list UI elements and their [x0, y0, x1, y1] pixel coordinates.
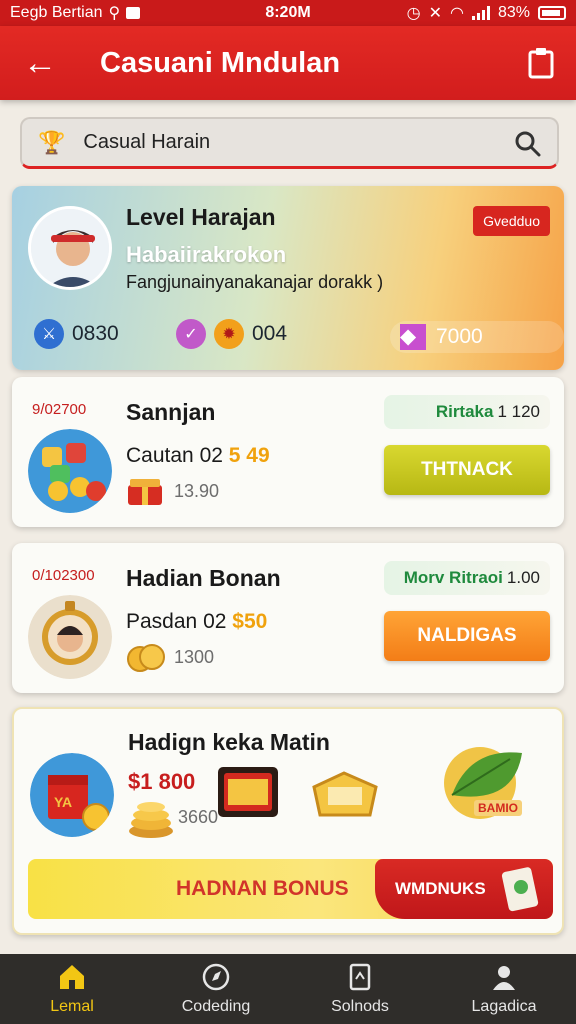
status-time: 8:20M	[265, 4, 311, 21]
stat-value: 7000	[436, 325, 483, 348]
bonus-price: $1 800	[128, 769, 196, 794]
nav-item-home[interactable]: Lemal	[0, 954, 144, 1024]
nav-label: Solnods	[331, 998, 389, 1015]
nav-label: Codeding	[181, 998, 251, 1015]
stat-value: 004	[252, 322, 288, 345]
claim-button[interactable]: NALDIGAS	[384, 611, 550, 661]
reward-card[interactable]: 9/02700 Sannjan Cautan 02 5 49 13.90 Rir…	[12, 377, 564, 527]
document-icon	[349, 963, 371, 991]
app-icon	[126, 7, 141, 19]
clipboard-button[interactable]	[506, 26, 576, 100]
stat-item: ⚔ 0830	[34, 319, 119, 349]
nav-label: Lemal	[50, 998, 94, 1015]
status-bar: Eegb Bertian ⚲ 8:20M ◷ ✕ ◠ 83%	[0, 0, 576, 26]
battery-text: 83%	[497, 4, 530, 21]
stat-item: ✓ ✹ 004	[176, 319, 287, 349]
bonus-bar-button[interactable]: WMDNUKS	[375, 859, 553, 919]
reward-card[interactable]: 0/102300 Hadian Bonan Pasdan 02 $50 1300…	[12, 543, 564, 693]
chip-label: Rirtaka	[435, 402, 494, 421]
price-number: 02	[203, 610, 227, 633]
page-title: Casuani Mndulan	[100, 46, 341, 79]
stat-item: ◆ 7000	[390, 321, 564, 353]
chip-value: 1.00	[506, 568, 540, 587]
ticket-icon	[218, 767, 278, 817]
price-number: 02	[199, 444, 223, 467]
signal-icon	[471, 6, 490, 20]
profile-name: Level Harajan	[126, 204, 276, 230]
reward-coins: 1300	[174, 647, 215, 667]
badge-icon: ✹	[214, 319, 244, 349]
profile-description: Fangjunainyanakanajar dorakk )	[126, 272, 384, 292]
nav-item-lagadica[interactable]: Lagadica	[432, 954, 576, 1024]
back-button[interactable]: ←	[0, 26, 80, 100]
level-badge[interactable]: Gvedduo	[473, 206, 550, 236]
chip-label: Morv Ritraoi	[403, 568, 503, 587]
back-arrow-icon: ←	[23, 43, 57, 82]
reward-title: Hadian Bonan	[126, 565, 281, 591]
search-icon[interactable]	[513, 129, 541, 157]
bonus-title: Hadign keka Matin	[128, 729, 330, 755]
profile-stats: ⚔ 0830 ✓ ✹ 004 ◆ 7000	[34, 319, 564, 353]
reward-code: 0/102300	[32, 567, 95, 584]
reward-price: Pasdan 02 $50	[126, 610, 267, 634]
game-tokens-icon	[28, 429, 112, 513]
bottom-nav: Lemal Codeding Solnods Lagadica	[0, 954, 576, 1024]
phone-receipt-icon	[501, 867, 539, 912]
search-field[interactable]: 🏆 Casual Harain	[20, 117, 559, 169]
nav-item-solnods[interactable]: Solnods	[288, 954, 432, 1024]
clipboard-icon	[528, 48, 554, 79]
bonus-bar-label: HADNAN BONUS	[176, 877, 349, 900]
reward-title: Sannjan	[126, 399, 216, 425]
gold-stack-icon	[129, 802, 173, 838]
price-label: Pasdan	[126, 610, 198, 633]
leaf-badge-text: BAMIO	[474, 800, 522, 816]
notification-icon: ⚲	[108, 5, 121, 22]
coins-icon	[127, 644, 165, 672]
check-icon: ✓	[176, 319, 206, 349]
stat-value: 0830	[72, 322, 119, 345]
app-bar: ← Casuani Mndulan	[0, 26, 576, 100]
profile-card[interactable]: Level Harajan Gvedduo Habaiirakrokon Fan…	[12, 186, 564, 370]
home-icon	[60, 965, 84, 989]
chip-value: 1 120	[497, 402, 540, 421]
bonus-bar-button-label: WMDNUKS	[395, 879, 486, 898]
profile-subtitle: Habaiirakrokon	[126, 242, 287, 267]
tray-icon	[312, 771, 378, 817]
price-highlight: $50	[232, 610, 268, 633]
reward-chip: Rirtaka 1 120	[384, 395, 550, 429]
search-input[interactable]: Casual Harain	[83, 131, 513, 154]
trophy-icon: 🏆	[38, 129, 66, 155]
gift-bag-icon: YA	[30, 753, 114, 837]
nav-item-codeding[interactable]: Codeding	[144, 954, 288, 1024]
status-left-text: Eegb Bertian	[10, 4, 103, 21]
battery-icon	[538, 6, 566, 20]
alarm-icon: ◷	[406, 5, 421, 22]
bonus-bar[interactable]: HADNAN BONUS WMDNUKS	[28, 859, 553, 919]
leaf-badge: BAMIO	[430, 743, 536, 823]
medal-portrait-icon	[28, 595, 112, 679]
reward-chip: Morv Ritraoi 1.00	[384, 561, 550, 595]
reward-code: 9/02700	[32, 401, 87, 418]
price-highlight: 5 49	[228, 444, 270, 467]
compass-icon	[202, 963, 230, 991]
reward-price: Cautan 02 5 49	[126, 444, 270, 468]
gift-box-icon	[128, 479, 162, 505]
gem-icon: ◆	[400, 324, 426, 350]
svg-text:YA: YA	[54, 794, 72, 810]
track-button[interactable]: THTNACK	[384, 445, 550, 495]
avatar	[28, 206, 112, 290]
user-icon	[493, 966, 515, 990]
bonus-coins: 3660	[178, 807, 219, 827]
mute-icon: ✕	[428, 5, 442, 22]
sword-icon: ⚔	[34, 319, 64, 349]
bonus-card[interactable]: YA Hadign keka Matin $1 800 3660 BAMIO H…	[12, 707, 564, 935]
reward-coins: 13.90	[174, 481, 220, 501]
wifi-icon: ◠	[450, 5, 464, 22]
price-label: Cautan	[126, 444, 194, 467]
nav-label: Lagadica	[471, 998, 537, 1015]
